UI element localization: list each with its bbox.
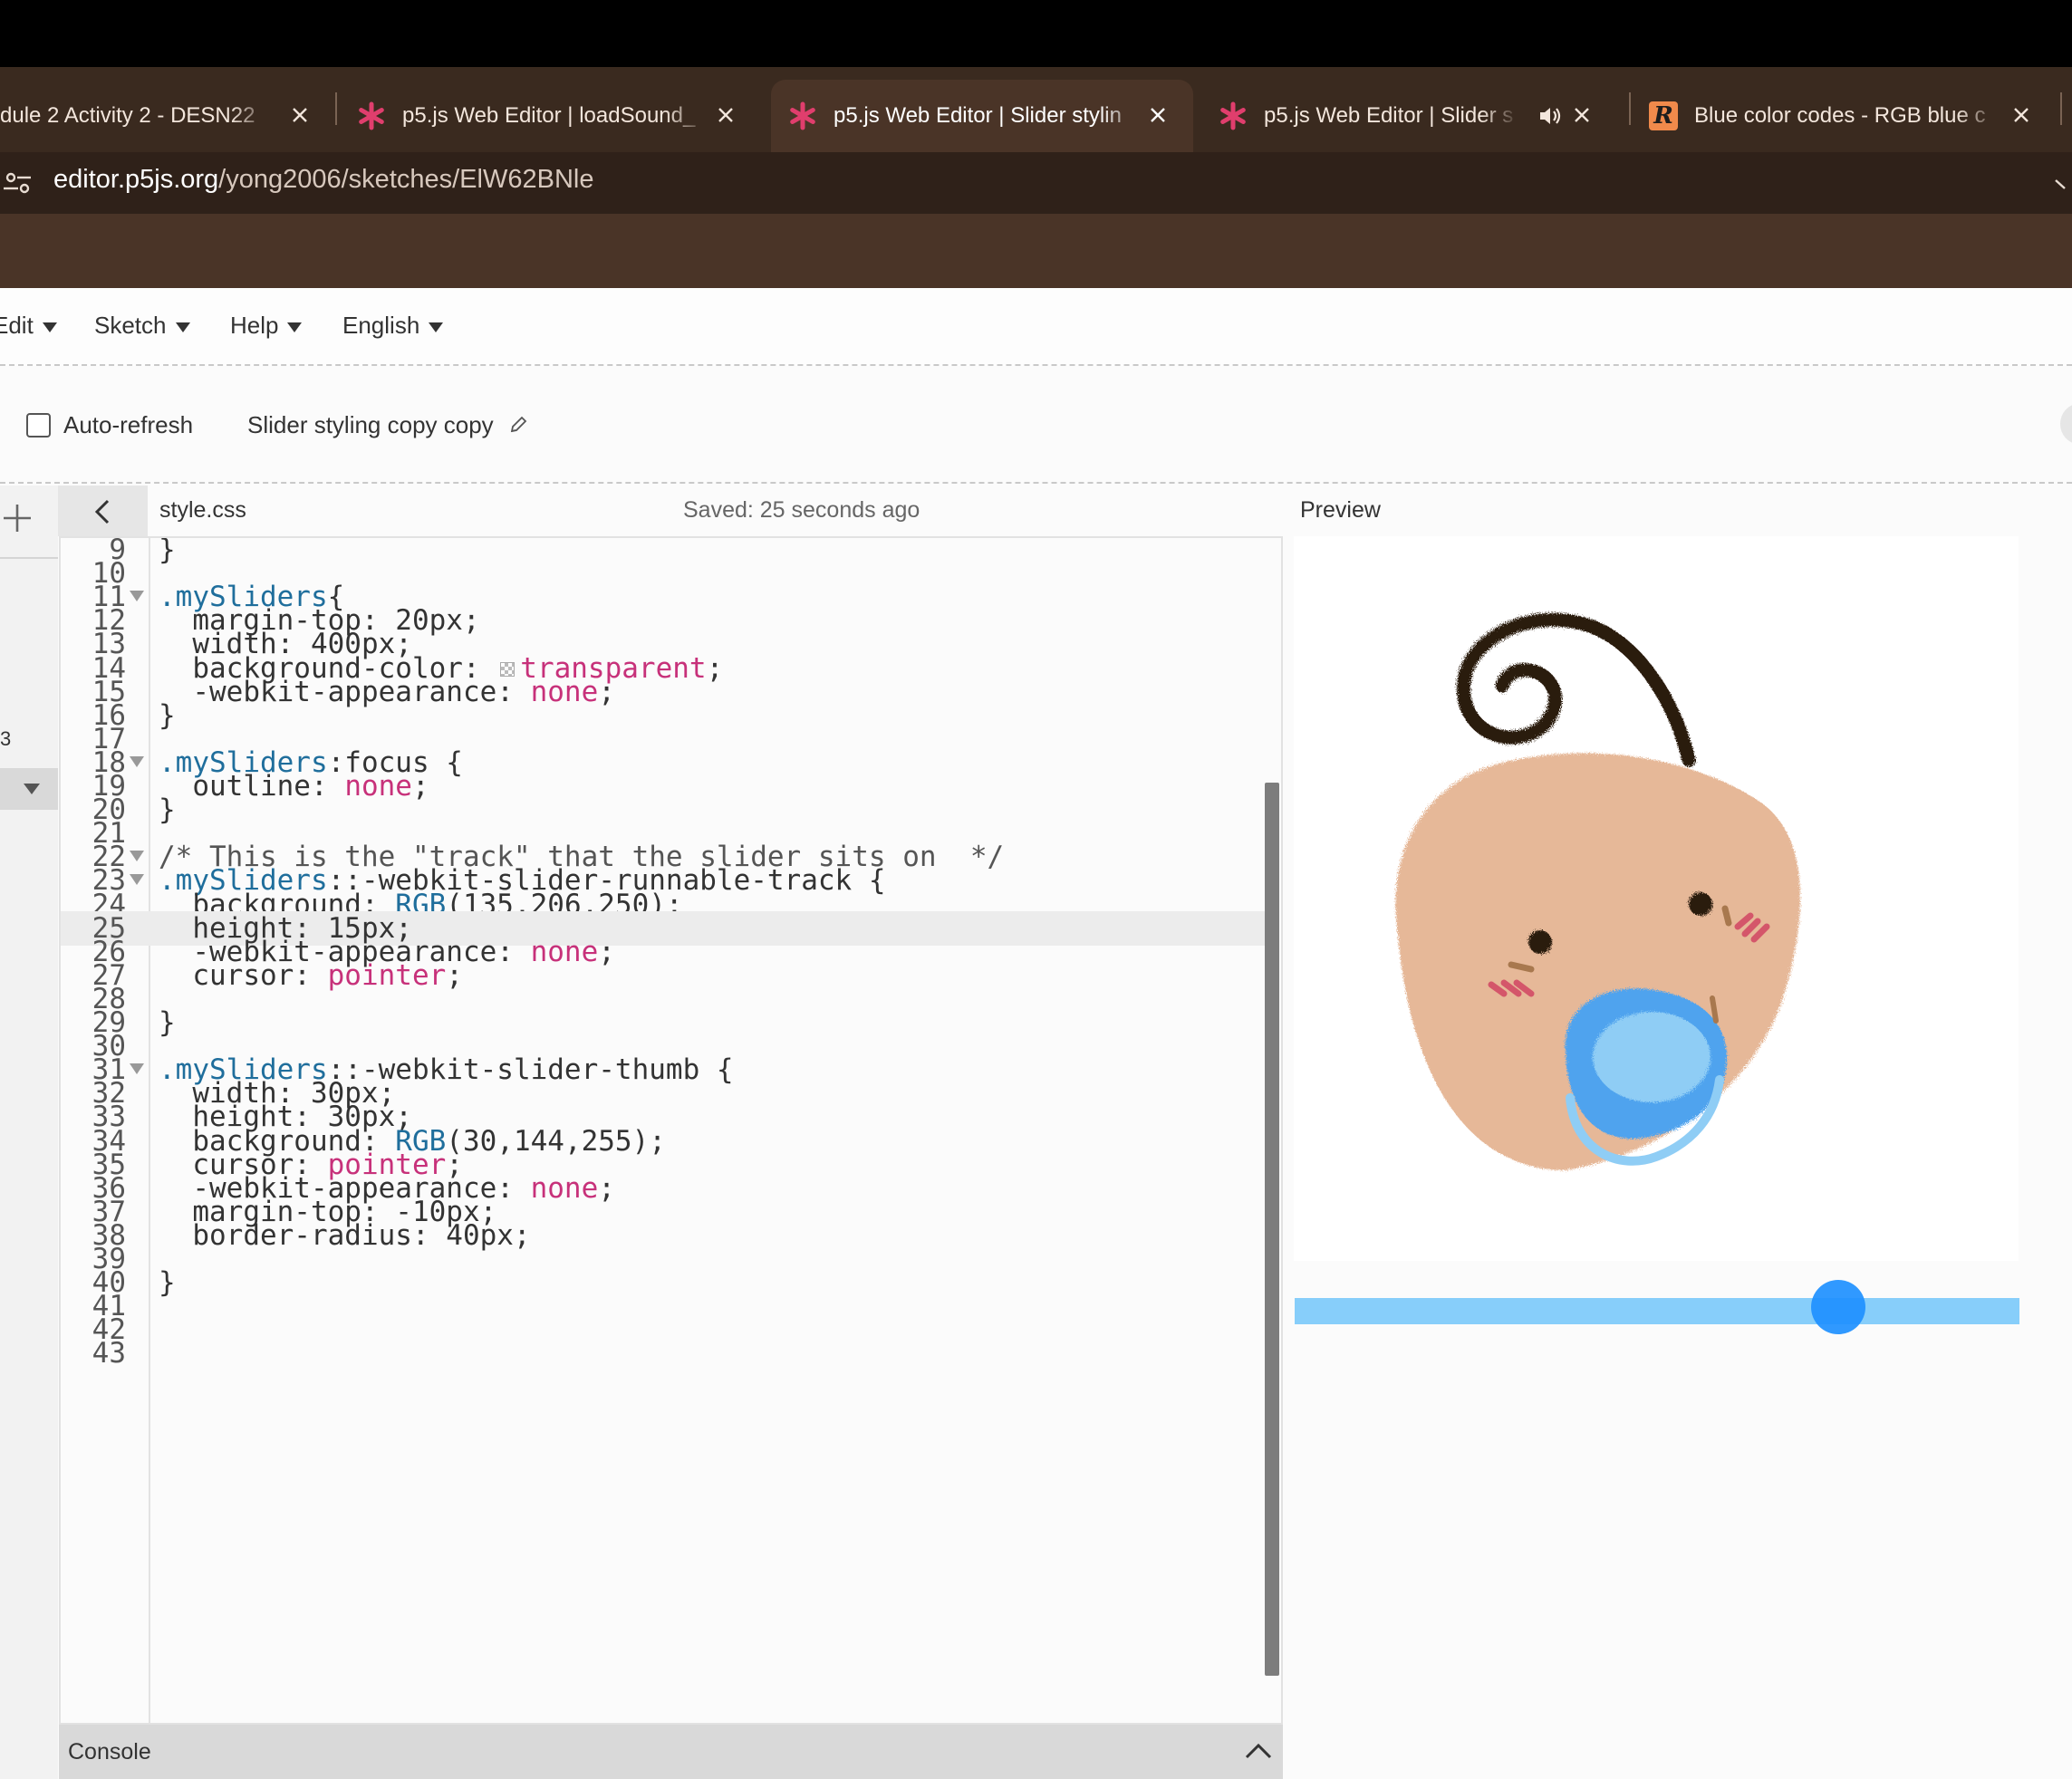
chevron-left-icon <box>94 499 110 524</box>
browser-tab-strip: dule 2 Activity 2 - DESN22 p5.js Web Edi… <box>0 67 2072 152</box>
collapse-sidebar-button[interactable] <box>58 486 148 536</box>
caret-down-icon <box>429 322 444 332</box>
editor-scrollbar[interactable] <box>1265 783 1279 1676</box>
tab-title: p5.js Web Editor | Slider stylin <box>834 103 1122 128</box>
url-text[interactable]: editor.p5js.org/yong2006/sketches/ElW62B… <box>53 165 593 195</box>
auto-refresh-checkbox[interactable] <box>26 413 51 438</box>
menu-help[interactable]: Help <box>230 312 303 340</box>
menu-language[interactable]: English <box>342 312 444 340</box>
file-name: style.css <box>159 497 246 523</box>
pencil-icon[interactable] <box>508 415 528 435</box>
slider-thumb[interactable] <box>1810 1280 1865 1334</box>
menu-edit[interactable]: Edit <box>0 312 57 340</box>
baby-face-drawing <box>1395 612 1801 1170</box>
fold-arrow-icon[interactable] <box>130 1063 144 1075</box>
caret-down-icon <box>175 322 190 332</box>
os-top-bar <box>0 0 2072 67</box>
tab-title: Blue color codes - RGB blue c <box>1694 103 1986 128</box>
fold-arrow-icon[interactable] <box>130 874 144 886</box>
sidebar-divider <box>0 557 58 559</box>
tab-p5-slider-styling[interactable]: p5.js Web Editor | Slider stylin <box>771 80 1193 152</box>
p5-asterisk-icon <box>357 101 386 130</box>
preview-label: Preview <box>1300 497 1381 523</box>
tab-blue-color-codes[interactable]: R Blue color codes - RGB blue c <box>1649 80 2057 152</box>
caret-down-icon <box>42 322 57 332</box>
tab-title: p5.js Web Editor | loadSound_ <box>402 103 696 128</box>
fold-arrow-icon[interactable] <box>130 591 144 602</box>
file-sidebar <box>0 486 58 1779</box>
close-icon[interactable] <box>2008 101 2035 129</box>
menu-sketch[interactable]: Sketch <box>94 312 190 340</box>
editor-toolbar: Auto-refresh Slider styling copy copy <box>0 368 2072 484</box>
address-bar-area: editor.p5js.org/yong2006/sketches/ElW62B… <box>0 152 2072 288</box>
sketch-canvas <box>1294 536 2019 1261</box>
tab-title: p5.js Web Editor | Slider s <box>1264 103 1514 128</box>
line-number: 43 <box>92 1337 126 1370</box>
slider-track[interactable] <box>1295 1298 2019 1324</box>
fold-arrow-icon[interactable] <box>130 755 144 767</box>
auto-refresh-label[interactable]: Auto-refresh <box>63 411 193 439</box>
caret-down-icon <box>287 322 303 332</box>
chevron-up-icon[interactable] <box>1243 1737 1274 1765</box>
tab-module-activity[interactable]: dule 2 Activity 2 - DESN22 <box>0 80 335 152</box>
tab-separator <box>335 92 337 125</box>
code-editor[interactable]: 9} 10 11 .mySliders{12 margin-top: 20px; 13 … <box>59 536 1283 1725</box>
editor-menubar: Edit Sketch Help English <box>0 288 2072 366</box>
tab-p5-loadsound[interactable]: p5.js Web Editor | loadSound_ <box>357 80 761 152</box>
sidebar-fragment-text: 3 <box>0 727 12 750</box>
r-logo-icon: R <box>1649 101 1678 130</box>
close-icon[interactable] <box>1568 101 1595 129</box>
p5-asterisk-icon <box>788 101 817 130</box>
chevron-down-icon[interactable] <box>2050 172 2072 194</box>
tab-title: dule 2 Activity 2 - DESN22 <box>0 103 255 128</box>
tab-p5-slider-audio[interactable]: p5.js Web Editor | Slider s <box>1219 80 1617 152</box>
site-settings-icon[interactable] <box>0 167 36 199</box>
triangle-down-icon <box>24 784 40 794</box>
tab-separator <box>1629 92 1631 125</box>
sidebar-folder-row[interactable] <box>0 768 58 810</box>
console-label: Console <box>68 1739 151 1765</box>
add-file-icon[interactable] <box>0 496 36 540</box>
sketch-name[interactable]: Slider styling copy copy <box>247 411 494 439</box>
close-icon[interactable] <box>286 101 313 129</box>
close-icon[interactable] <box>712 101 739 129</box>
p5-asterisk-icon <box>1219 101 1248 130</box>
close-icon[interactable] <box>1144 101 1171 129</box>
speaker-icon[interactable] <box>1537 103 1563 129</box>
console-bar[interactable]: Console <box>59 1725 1283 1779</box>
code-line[interactable]: 43 <box>61 1336 1266 1370</box>
fold-arrow-icon[interactable] <box>130 851 144 862</box>
tab-separator <box>2060 92 2062 125</box>
saved-status: Saved: 25 seconds ago <box>683 497 920 523</box>
